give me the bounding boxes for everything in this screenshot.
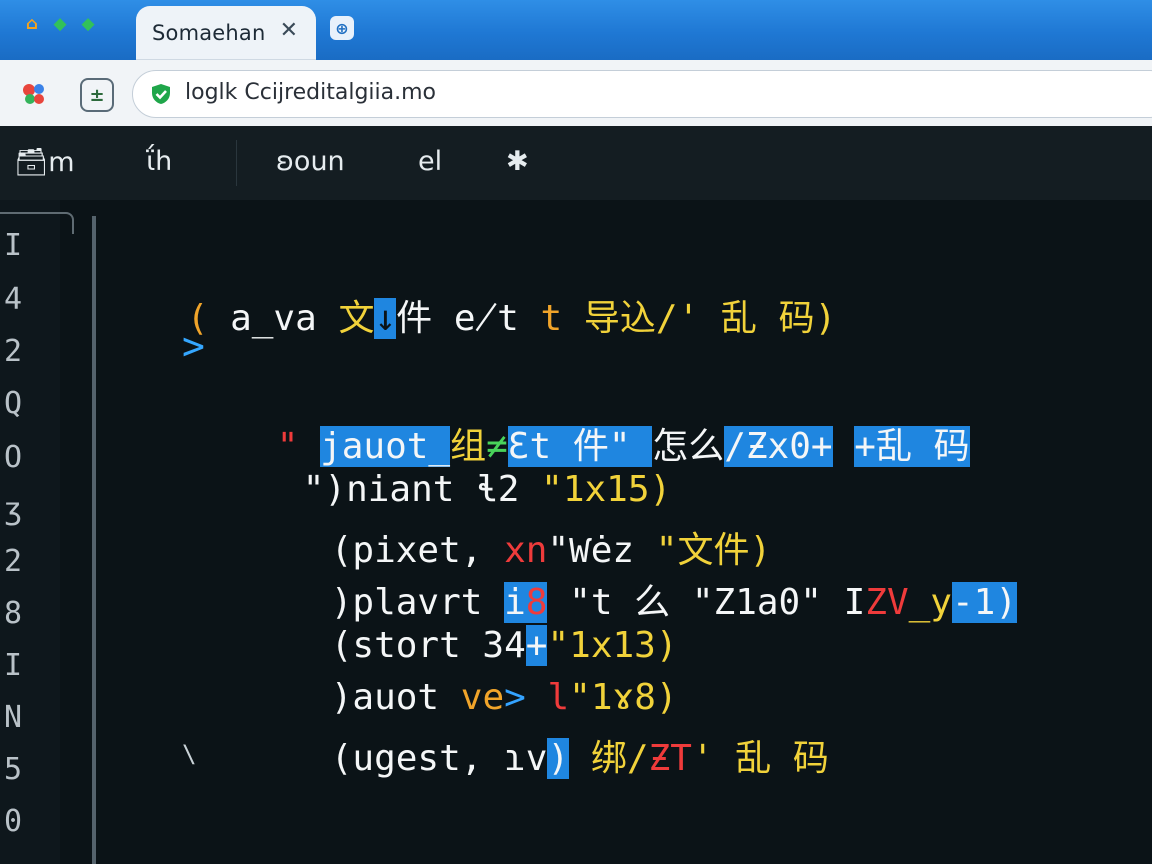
menu-divider — [236, 140, 237, 186]
new-tab-icon[interactable]: ⊕ — [330, 16, 354, 40]
selected-token: /Ƶx0+ — [724, 426, 833, 467]
tab-title: Somaehan — [152, 21, 266, 45]
code-token: 件 — [396, 298, 454, 339]
line-number: 4 — [4, 282, 23, 317]
code-token: ɿv — [504, 738, 548, 779]
code-token: ƵT — [648, 738, 692, 779]
editor-margin-line — [92, 216, 96, 864]
home-icon[interactable]: ⌂ — [22, 14, 42, 34]
code-token: e̸t — [453, 298, 541, 339]
window-control-green-icon[interactable]: ◆ — [50, 14, 70, 34]
code-token: a_va — [230, 298, 339, 339]
code-token: ZV — [865, 582, 909, 623]
menu-item-run[interactable]: ʚoun — [276, 146, 345, 177]
shield-check-icon — [152, 84, 170, 104]
window-control-green-icon-2[interactable]: ◆ — [78, 14, 98, 34]
line-number: 2 — [4, 334, 23, 369]
browser-tab[interactable]: Somaehan ✕ — [136, 6, 316, 60]
line-number: 2 — [4, 544, 23, 579]
code-line-1[interactable]: ( a_va 文↓件 e̸t t 导込/' 乱 码) — [100, 248, 836, 382]
ide-menu-bar: 🗃m ΐh ʚoun el ✱ — [0, 126, 1152, 201]
line-number: Q — [4, 386, 23, 421]
address-bar[interactable]: loglk Ccijreditalgiia.mo — [132, 70, 1152, 118]
code-token: ugest, — [352, 738, 505, 779]
line-number: ʒ — [4, 492, 23, 527]
browser-toolbar: ± loglk Ccijreditalgiia.mo — [0, 60, 1152, 127]
code-editor[interactable]: I 4 2 Q O ʒ 2 8 I N 5 0 ( a_va 文↓件 e̸t t… — [0, 200, 1152, 864]
code-token: I — [843, 582, 866, 623]
menu-item-extra[interactable]: ✱ — [506, 146, 529, 177]
code-token: _y — [908, 582, 952, 623]
line-number: 5 — [4, 752, 23, 787]
developer-tools-button[interactable]: ± — [80, 78, 114, 112]
line-number: 8 — [4, 596, 23, 631]
code-token: 导込/' 乱 码) — [583, 298, 837, 339]
title-bar: ⌂ ◆ ◆ Somaehan ✕ ⊕ — [0, 0, 1152, 60]
line-number: I — [4, 648, 23, 683]
menu-item-help[interactable]: el — [418, 146, 442, 177]
end-marker: \ — [182, 740, 197, 768]
selected-token: -1) — [951, 582, 1018, 623]
line-number: N — [4, 700, 23, 735]
window-controls: ⌂ ◆ ◆ — [22, 14, 98, 34]
code-line-9[interactable]: (ugest, ɿv) 绑/ƵT' 乱 码 — [244, 688, 829, 822]
line-number: O — [4, 440, 23, 475]
code-token: ( — [330, 738, 353, 779]
menu-item-edit[interactable]: ΐh — [146, 146, 172, 177]
selected-token: ) — [547, 738, 570, 779]
code-token: 文 — [338, 298, 375, 339]
code-token: t — [540, 298, 584, 339]
code-token: ' 乱 码 — [691, 738, 829, 779]
close-icon[interactable]: ✕ — [280, 18, 298, 43]
url-text[interactable]: loglk Ccijreditalgiia.mo — [185, 80, 436, 105]
code-token: 绑/ — [569, 738, 649, 779]
fold-arrow-icon[interactable]: > — [182, 324, 205, 368]
selected-token: +乱 码 — [854, 426, 970, 467]
menu-item-file[interactable]: 🗃m — [14, 146, 75, 178]
line-number: I — [4, 228, 23, 263]
cursor-highlight: ↓ — [374, 298, 397, 339]
pinwheel-icon[interactable] — [20, 80, 48, 108]
line-number: 0 — [4, 804, 23, 839]
